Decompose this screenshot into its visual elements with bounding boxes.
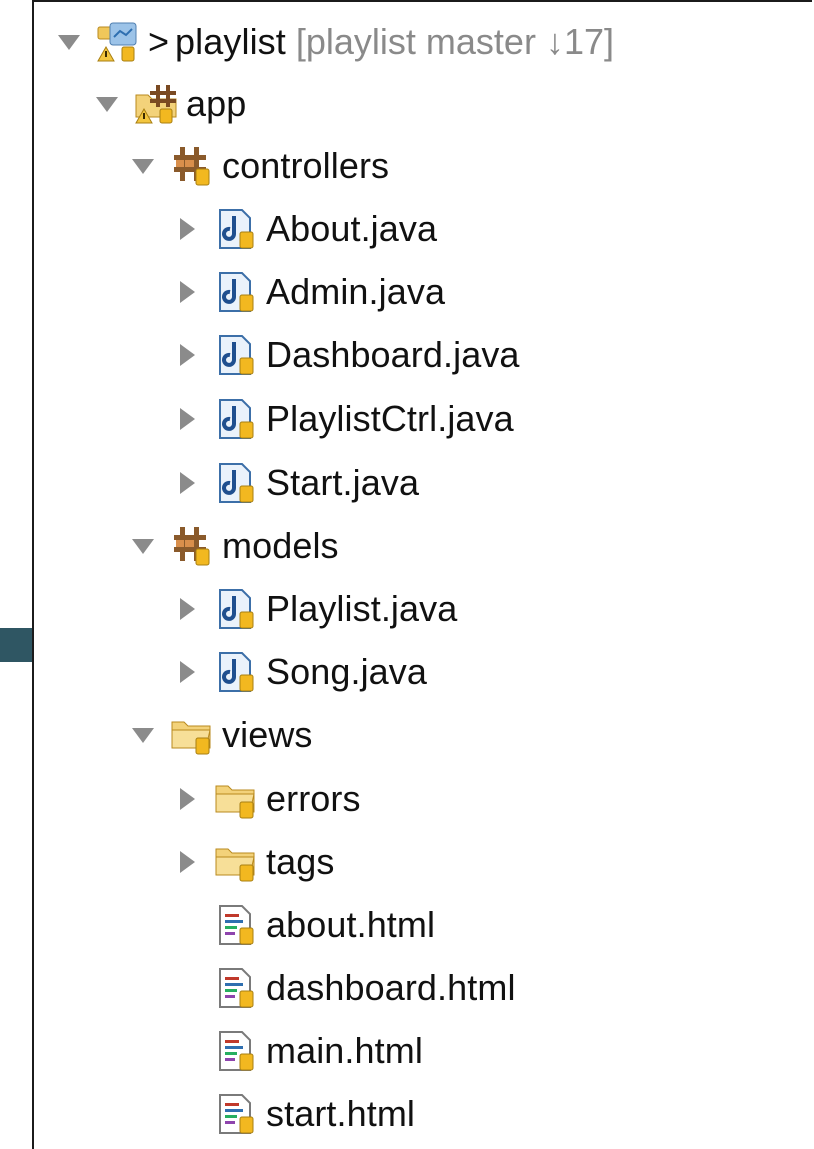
- git-branch-decoration: [playlist master ↓17]: [295, 21, 614, 62]
- collapse-twisty-icon[interactable]: [130, 533, 156, 559]
- expand-twisty-icon[interactable]: [174, 279, 200, 305]
- tree-item-controllers[interactable]: controllers: [130, 136, 389, 196]
- tree-item-label: models: [222, 525, 339, 566]
- html-file-icon: [214, 965, 260, 1011]
- tree-item-models[interactable]: models: [130, 516, 339, 576]
- tree-item-song-java[interactable]: Song.java: [174, 642, 427, 702]
- tree-item-label: Song.java: [266, 651, 428, 692]
- tree-item-label: Admin.java: [266, 271, 446, 312]
- tree-item-about-html[interactable]: about.html: [174, 895, 435, 955]
- expand-twisty-icon[interactable]: [174, 470, 200, 496]
- html-file-icon: [214, 1091, 260, 1137]
- tree-item-app[interactable]: app: [94, 74, 246, 134]
- tree-item-errors[interactable]: errors: [174, 769, 361, 829]
- tree-item-admin-java[interactable]: Admin.java: [174, 262, 445, 322]
- package-icon: [170, 143, 216, 189]
- tree-item-about-java[interactable]: About.java: [174, 199, 437, 259]
- java-file-icon: [214, 269, 260, 315]
- tree-item-start-java[interactable]: Start.java: [174, 453, 419, 513]
- tree-item-label: dashboard.html: [266, 967, 516, 1008]
- folder-icon: [214, 776, 260, 822]
- expand-twisty-icon[interactable]: [174, 216, 200, 242]
- project-icon: [96, 19, 142, 65]
- tree-item-label: start.html: [266, 1093, 416, 1134]
- expand-twisty-icon[interactable]: [174, 596, 200, 622]
- tree-item-views[interactable]: views: [130, 705, 313, 765]
- expand-twisty-icon[interactable]: [174, 406, 200, 432]
- java-file-icon: [214, 332, 260, 378]
- folder-icon: [214, 839, 260, 885]
- folder-icon: [170, 712, 216, 758]
- tree-item-label: Start.java: [266, 462, 420, 503]
- java-file-icon: [214, 206, 260, 252]
- package-explorer-panel: > playlist [playlist master ↓17] app con…: [32, 0, 812, 1149]
- html-file-icon: [214, 902, 260, 948]
- tree-item-dashboard-html[interactable]: dashboard.html: [174, 958, 516, 1018]
- tree-item-label: app: [186, 83, 247, 124]
- java-file-icon: [214, 460, 260, 506]
- tree-item-tags[interactable]: tags: [174, 832, 334, 892]
- package-icon: [170, 523, 216, 569]
- collapse-twisty-icon[interactable]: [130, 722, 156, 748]
- tree-item-label: about.html: [266, 904, 436, 945]
- root-label: playlist: [175, 21, 286, 62]
- source-folder-icon: [134, 81, 180, 127]
- tree-item-playlistctrl-java[interactable]: PlaylistCtrl.java: [174, 389, 514, 449]
- tree-item-main-html[interactable]: main.html: [174, 1021, 423, 1081]
- root-prefix: >: [148, 21, 170, 62]
- java-file-icon: [214, 649, 260, 695]
- tree-item-label: Dashboard.java: [266, 334, 520, 375]
- tree-item-label: About.java: [266, 208, 438, 249]
- expand-twisty-icon[interactable]: [174, 342, 200, 368]
- tree-item-label: errors: [266, 778, 361, 819]
- tree-item-playlist-java[interactable]: Playlist.java: [174, 579, 457, 639]
- collapse-twisty-icon[interactable]: [130, 153, 156, 179]
- tree-item-label: views: [222, 714, 313, 755]
- tree-item-label: tags: [266, 841, 335, 882]
- tree-item-label: main.html: [266, 1030, 423, 1071]
- tree-root-playlist[interactable]: > playlist [playlist master ↓17]: [56, 12, 614, 72]
- tree-item-label: Playlist.java: [266, 588, 458, 629]
- expand-twisty-icon[interactable]: [174, 849, 200, 875]
- html-file-icon: [214, 1028, 260, 1074]
- expand-twisty-icon[interactable]: [174, 786, 200, 812]
- java-file-icon: [214, 586, 260, 632]
- tree-item-dashboard-java[interactable]: Dashboard.java: [174, 325, 520, 385]
- expand-twisty-icon[interactable]: [174, 659, 200, 685]
- collapse-twisty-icon[interactable]: [94, 91, 120, 117]
- tree-item-label: controllers: [222, 145, 390, 186]
- tree-item-label: PlaylistCtrl.java: [266, 398, 514, 439]
- tree-item-start-html[interactable]: start.html: [174, 1084, 415, 1144]
- collapse-twisty-icon[interactable]: [56, 29, 82, 55]
- java-file-icon: [214, 396, 260, 442]
